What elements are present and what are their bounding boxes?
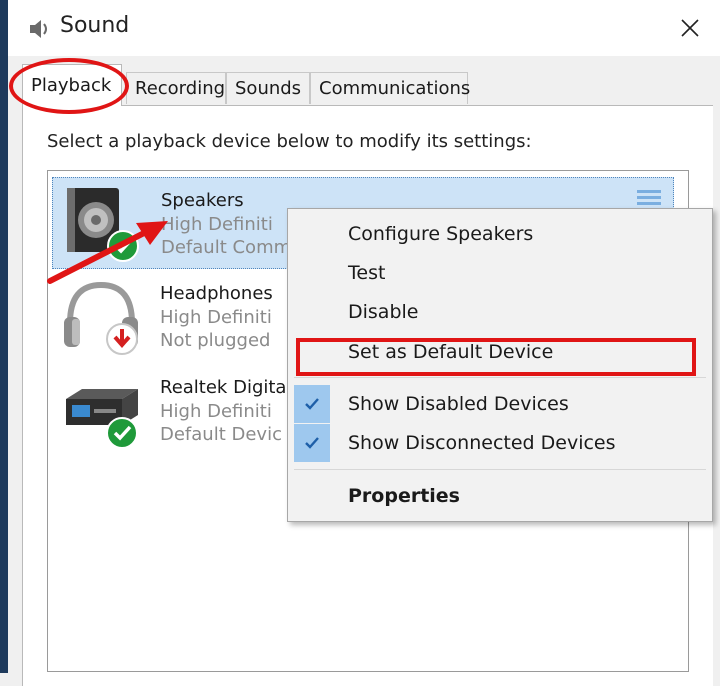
menu-item-show-disabled-devices[interactable]: Show Disabled Devices <box>288 385 710 423</box>
menu-item-configure-speakers[interactable]: Configure Speakers <box>288 215 710 253</box>
context-menu: Configure Speakers Test Disable Set as D… <box>287 208 713 522</box>
instruction-text: Select a playback device below to modify… <box>47 131 532 152</box>
tab-sounds[interactable]: Sounds <box>226 72 310 104</box>
device-status: Not plugged <box>160 330 271 351</box>
menu-item-disable[interactable]: Disable <box>288 293 710 331</box>
device-description: High Definiti <box>161 214 273 235</box>
tab-playback[interactable]: Playback <box>22 64 122 106</box>
default-check-badge <box>107 230 139 262</box>
device-name: Headphones <box>160 283 273 304</box>
tab-communications[interactable]: Communications <box>310 72 470 104</box>
close-icon <box>681 19 699 37</box>
menu-separator <box>294 377 706 378</box>
title-bar: Sound <box>8 0 720 56</box>
tab-recording[interactable]: Recording <box>126 72 226 104</box>
checkmark-icon <box>294 424 330 462</box>
menu-item-set-as-default-device[interactable]: Set as Default Device <box>288 333 710 371</box>
unplugged-arrow-badge <box>106 323 138 355</box>
device-status: Default Devic <box>160 424 282 445</box>
device-description: High Definiti <box>160 401 272 422</box>
close-button[interactable] <box>670 8 710 48</box>
checkmark-icon <box>294 385 330 423</box>
digital-output-icon <box>66 389 138 449</box>
menu-item-properties[interactable]: Properties <box>288 477 710 515</box>
menu-item-show-disconnected-devices[interactable]: Show Disconnected Devices <box>288 424 710 462</box>
device-status: Default Comm <box>161 237 292 258</box>
speaker-icon <box>67 188 139 262</box>
window-title: Sound <box>60 13 130 38</box>
menu-separator <box>294 469 706 470</box>
device-description: High Definiti <box>160 307 272 328</box>
menu-item-test[interactable]: Test <box>288 254 710 292</box>
speaker-app-icon <box>30 20 47 38</box>
device-name: Realtek Digita <box>160 377 287 398</box>
headphones-icon <box>64 281 138 355</box>
default-check-badge <box>106 417 138 449</box>
desktop-edge <box>0 0 8 673</box>
device-name: Speakers <box>161 190 244 211</box>
